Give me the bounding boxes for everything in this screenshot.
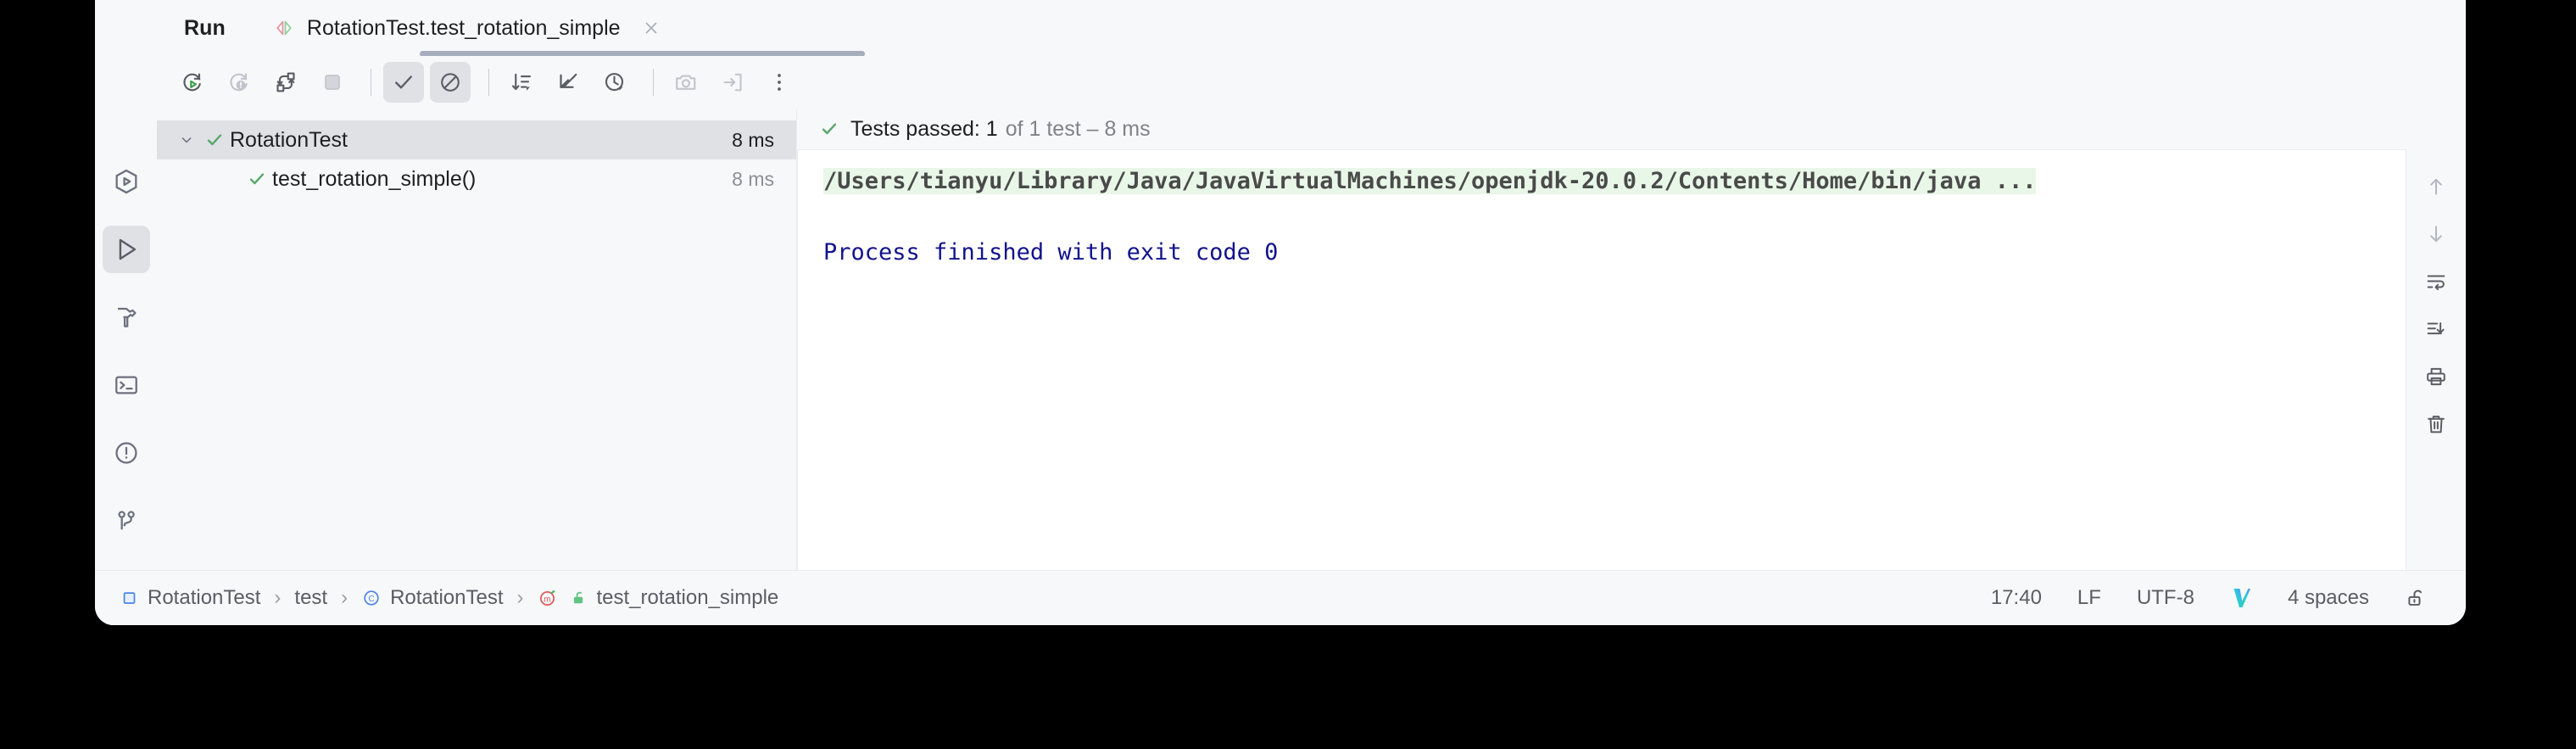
module-icon	[120, 589, 139, 607]
hammer-icon	[113, 304, 140, 331]
chevron-down-icon[interactable]	[174, 131, 199, 148]
tool-window-strip	[95, 0, 157, 625]
sidebar-item-run[interactable]	[102, 226, 150, 273]
test-history-icon[interactable]	[594, 62, 635, 103]
show-ignored-icon[interactable]	[430, 62, 471, 103]
class-icon: C	[361, 588, 382, 608]
tests-passed-detail: of 1 test – 8 ms	[1005, 116, 1151, 141]
sidebar-item-problems[interactable]	[103, 429, 150, 477]
git-branch-icon	[113, 507, 140, 534]
tab-title: RotationTest.test_rotation_simple	[306, 15, 621, 40]
sidebar-item-services[interactable]	[103, 158, 150, 205]
import-tests-icon[interactable]	[712, 62, 753, 103]
breadcrumb-separator: ›	[516, 586, 524, 609]
test-suite-row[interactable]: RotationTest 8 ms	[157, 120, 796, 159]
breadcrumb-separator: ›	[341, 586, 348, 609]
status-indent[interactable]: 4 spaces	[2288, 586, 2369, 610]
rerun-failed-tests-icon[interactable]	[219, 62, 259, 103]
test-suite-label: RotationTest	[230, 127, 348, 152]
tab-bar: Run RotationTest.test_rotation_simple	[157, 0, 2466, 57]
toolbar-separator	[488, 69, 489, 96]
scroll-to-end-icon[interactable]	[2416, 309, 2456, 349]
tests-passed-text: Tests passed: 1	[850, 116, 998, 141]
sort-alphabetically-icon[interactable]	[501, 62, 542, 103]
breadcrumb-separator: ›	[274, 586, 282, 609]
breadcrumb-class[interactable]: C RotationTest	[361, 586, 504, 610]
show-passed-icon[interactable]	[383, 62, 424, 103]
console-action-strip	[2406, 149, 2466, 570]
test-passed-icon	[199, 130, 230, 150]
export-screenshot-icon[interactable]	[666, 62, 706, 103]
trash-icon[interactable]	[2416, 404, 2456, 444]
tab-run-configuration[interactable]: RotationTest.test_rotation_simple	[259, 0, 677, 56]
sidebar-item-terminal[interactable]	[103, 361, 150, 409]
print-icon[interactable]	[2416, 356, 2456, 397]
unlock-small-icon	[570, 589, 588, 607]
checkmark-icon	[819, 119, 839, 139]
screen: Run RotationTest.test_rotation_simple Ro…	[0, 0, 2576, 749]
status-bar-right: 17:40 LF UTF-8 4 spaces	[1955, 585, 2428, 611]
status-line-separator[interactable]: LF	[2077, 586, 2101, 610]
svg-text:C: C	[368, 595, 374, 604]
close-icon[interactable]	[639, 16, 663, 40]
breadcrumb-module-label: RotationTest	[148, 586, 261, 609]
test-tree: RotationTest 8 ms test_rotation_simple()…	[157, 109, 797, 570]
more-options-icon[interactable]	[759, 62, 800, 103]
run-icon	[112, 235, 141, 264]
breadcrumb-folder[interactable]: test	[294, 586, 327, 610]
sidebar-item-version-control[interactable]	[103, 497, 150, 545]
warning-circle-icon	[113, 439, 140, 467]
console-panel: Tests passed: 1 of 1 test – 8 ms /Users/…	[797, 109, 2466, 570]
toggle-auto-test-icon[interactable]	[265, 62, 306, 103]
test-suite-duration: 8 ms	[732, 128, 774, 151]
status-encoding[interactable]: UTF-8	[2137, 586, 2194, 610]
sidebar-item-build[interactable]	[103, 293, 150, 341]
breadcrumb: RotationTest › test › C RotationTest › m…	[120, 586, 778, 610]
method-icon: m	[538, 587, 561, 609]
console-command-line: /Users/tianyu/Library/Java/JavaVirtualMa…	[798, 164, 2406, 199]
breadcrumb-folder-label: test	[294, 586, 328, 609]
test-case-row[interactable]: test_rotation_simple() 8 ms	[157, 159, 796, 198]
test-case-duration: 8 ms	[732, 167, 774, 190]
breadcrumb-method-label: test_rotation_simple	[596, 586, 779, 609]
toolbar-separator	[653, 69, 654, 96]
run-configuration-icon	[273, 17, 295, 39]
soft-wrap-icon[interactable]	[2416, 261, 2456, 302]
status-time: 17:40	[1990, 586, 2042, 609]
ide-window: Run RotationTest.test_rotation_simple Ro…	[95, 0, 2466, 625]
services-icon	[112, 167, 141, 196]
breadcrumb-class-label: RotationTest	[390, 586, 504, 609]
expand-collapse-icon[interactable]	[548, 62, 588, 103]
test-results-summary: Tests passed: 1 of 1 test – 8 ms	[797, 109, 2466, 149]
test-case-label: test_rotation_simple()	[272, 166, 477, 191]
run-content: RotationTest 8 ms test_rotation_simple()…	[157, 109, 2466, 570]
breadcrumb-method[interactable]: m test_rotation_simple	[538, 586, 779, 610]
console-exit-line: Process finished with exit code 0	[823, 239, 1279, 266]
breadcrumb-module[interactable]: RotationTest	[120, 586, 260, 610]
unlock-icon[interactable]	[2405, 586, 2428, 610]
scroll-down-icon[interactable]	[2416, 214, 2456, 254]
vcs-logo-icon[interactable]	[2230, 585, 2252, 611]
run-tool-window: Run RotationTest.test_rotation_simple Ro…	[157, 0, 2466, 570]
terminal-icon	[113, 372, 140, 399]
svg-text:m: m	[544, 595, 550, 604]
test-passed-icon	[242, 169, 272, 189]
run-tool-window-title: Run	[184, 15, 226, 40]
run-toolbar	[157, 56, 2466, 109]
scroll-up-icon[interactable]	[2416, 166, 2456, 207]
rerun-icon[interactable]	[172, 62, 213, 103]
console-command-text: /Users/tianyu/Library/Java/JavaVirtualMa…	[823, 168, 2037, 194]
console-output[interactable]: /Users/tianyu/Library/Java/JavaVirtualMa…	[797, 149, 2406, 570]
stop-icon[interactable]	[312, 62, 353, 103]
status-bar: RotationTest › test › C RotationTest › m…	[95, 570, 2466, 625]
